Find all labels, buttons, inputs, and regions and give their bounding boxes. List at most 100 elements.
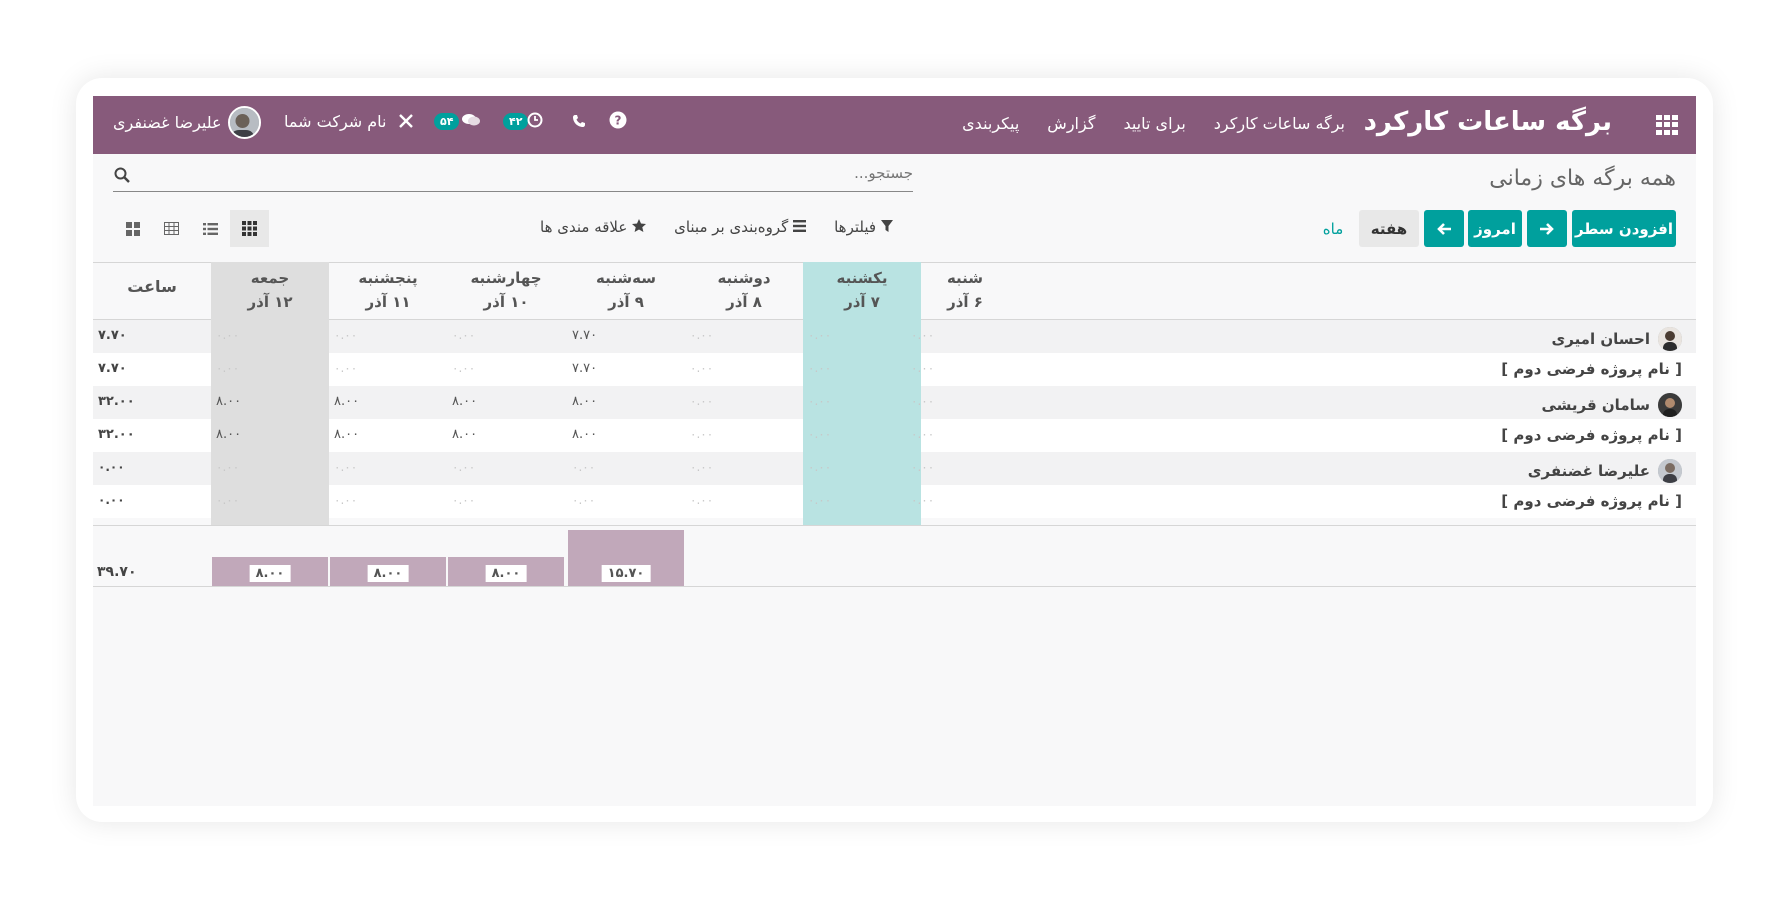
grid-cell-input[interactable]: ۰.۰۰ <box>690 361 713 375</box>
row-label: سامان قریشی <box>1541 393 1682 417</box>
grid-cell-input[interactable]: ۰.۰۰ <box>690 460 713 474</box>
apps-menu-icon[interactable] <box>1656 115 1678 135</box>
clock-icon <box>527 112 543 128</box>
row-total: ۳۲.۰۰ <box>98 427 135 442</box>
week-range-button[interactable]: هفته <box>1359 210 1419 247</box>
user-menu[interactable]: علیرضا غضنفری <box>113 106 261 139</box>
phone-icon[interactable] <box>572 113 586 133</box>
grid-cell-input[interactable]: ۰.۰۰ <box>690 427 713 441</box>
grid-cell-input[interactable]: ۰.۰۰ <box>808 361 831 375</box>
grid-cell-input[interactable]: ۰.۰۰ <box>452 460 475 474</box>
today-button[interactable]: امروز <box>1468 210 1522 247</box>
day-header-saturday: شنبه ۶ آذر <box>946 269 984 311</box>
employee-name[interactable]: سامان قریشی <box>1541 396 1650 414</box>
grid-cell-input[interactable]: ۰.۰۰ <box>808 460 831 474</box>
grid-cell-input[interactable]: ۰.۰۰ <box>690 328 713 342</box>
grid-cell-input[interactable]: ۸.۰۰ <box>334 394 359 409</box>
grid-cell-input[interactable]: ۸.۰۰ <box>572 394 597 409</box>
grid-cell-input[interactable]: ۰.۰۰ <box>911 460 934 474</box>
table-icon <box>164 222 179 235</box>
grid-view-button[interactable] <box>230 210 269 247</box>
favorites-toggle[interactable]: علاقه مندی ها <box>540 218 647 236</box>
employee-avatar <box>1658 459 1682 483</box>
app-title[interactable]: برگه ساعات کارکرد <box>1364 107 1612 137</box>
grid-cell-input[interactable]: ۰.۰۰ <box>334 328 357 342</box>
user-name: علیرضا غضنفری <box>113 113 222 132</box>
list-view-button[interactable] <box>191 210 230 247</box>
grid-cell-input[interactable]: ۰.۰۰ <box>911 328 934 342</box>
hours-column-header: ساعت <box>127 277 177 296</box>
timesheet-grid: احسان امیری [ نام پروژه فرضی دوم ] سامان… <box>93 262 1696 806</box>
next-period-button[interactable] <box>1527 210 1567 247</box>
help-icon[interactable]: ? <box>609 111 627 134</box>
user-avatar <box>227 106 261 139</box>
arrow-right-icon <box>1540 222 1554 235</box>
grid-cell-input[interactable]: ۷.۷۰ <box>572 361 597 376</box>
grid-cell-input[interactable]: ۰.۰۰ <box>334 361 357 375</box>
menu-item-configuration[interactable]: پیکربندی <box>962 114 1019 133</box>
grid-cell-input[interactable]: ۷.۷۰ <box>572 328 597 343</box>
grid-cell-input[interactable]: ۰.۰۰ <box>808 427 831 441</box>
messages-badge: ۵۴ <box>434 113 460 130</box>
month-range-button[interactable]: ماه <box>1311 210 1355 247</box>
grid-cell-input[interactable]: ۰.۰۰ <box>808 328 831 342</box>
grid-cell-input[interactable]: ۰.۰۰ <box>690 394 713 408</box>
add-line-button[interactable]: افزودن سطر <box>1572 210 1676 247</box>
grid-cell-input[interactable]: ۸.۰۰ <box>452 394 477 409</box>
row-total: ۰.۰۰ <box>98 493 125 507</box>
employee-name[interactable]: احسان امیری <box>1551 330 1650 348</box>
previous-period-button[interactable] <box>1424 210 1464 247</box>
bars-icon <box>793 220 807 232</box>
filters-toggle[interactable]: فیلترها <box>834 218 893 236</box>
grid-cell-input[interactable]: ۸.۰۰ <box>572 427 597 442</box>
grid-cell-input[interactable]: ۰.۰۰ <box>808 394 831 408</box>
grid-cell-input[interactable]: ۰.۰۰ <box>690 493 713 507</box>
company-switcher[interactable]: نام شرکت شما <box>284 112 387 131</box>
grid-cell-input[interactable]: ۰.۰۰ <box>452 361 475 375</box>
search-icon[interactable] <box>113 166 131 184</box>
pivot-view-button[interactable] <box>152 210 191 247</box>
menu-item-timesheets[interactable]: برگه ساعات کارکرد <box>1214 114 1345 133</box>
employee-name[interactable]: علیرضا غضنفری <box>1528 462 1650 480</box>
kanban-view-button[interactable] <box>113 210 152 247</box>
debug-tools-icon[interactable] <box>398 113 414 134</box>
grid-cell-input[interactable]: ۰.۰۰ <box>334 460 357 474</box>
menu-item-to-validate[interactable]: برای تایید <box>1123 114 1185 133</box>
grid-cell-input[interactable]: ۰.۰۰ <box>216 361 239 375</box>
filter-icon <box>880 220 893 232</box>
favorites-label: علاقه مندی ها <box>540 218 628 236</box>
grid-cell-input[interactable]: ۸.۰۰ <box>216 394 241 409</box>
daily-total-bar: ۱۵.۷۰ <box>568 530 684 586</box>
grid-cell-input[interactable]: ۸.۰۰ <box>452 427 477 442</box>
grid-cell-input[interactable]: ۰.۰۰ <box>572 493 595 507</box>
daily-total-bar: ۸.۰۰ <box>330 557 446 586</box>
view-switcher <box>113 210 269 247</box>
grid-cell-input[interactable]: ۰.۰۰ <box>911 427 934 441</box>
project-name[interactable]: [ نام پروژه فرضی دوم ] <box>1501 426 1682 444</box>
employee-avatar <box>1658 327 1682 351</box>
project-name[interactable]: [ نام پروژه فرضی دوم ] <box>1501 492 1682 510</box>
day-header-wednesday: چهارشنبه ۱۰ آذر <box>470 269 542 311</box>
menu-item-reporting[interactable]: گزارش <box>1047 114 1095 133</box>
group-by-toggle[interactable]: گروه‌بندی بر مبنای <box>674 218 807 236</box>
grid-cell-input[interactable]: ۸.۰۰ <box>216 427 241 442</box>
grid-cell-input[interactable]: ۰.۰۰ <box>452 328 475 342</box>
activity-menu[interactable]: ۴۲ <box>503 112 543 131</box>
totals-row: ۱۵.۷۰ ۸.۰۰ ۸.۰۰ ۸.۰۰ ۳۹.۷۰ <box>93 525 1696 587</box>
grid-cell-input[interactable]: ۰.۰۰ <box>216 328 239 342</box>
grid-cell-input[interactable]: ۰.۰۰ <box>216 460 239 474</box>
grid-cell-input[interactable]: ۰.۰۰ <box>334 493 357 507</box>
grid-cell-input[interactable]: ۰.۰۰ <box>452 493 475 507</box>
grid-cell-input[interactable]: ۰.۰۰ <box>911 493 934 507</box>
grid-cell-input[interactable]: ۰.۰۰ <box>808 493 831 507</box>
grid-cell-input[interactable]: ۰.۰۰ <box>572 460 595 474</box>
daily-total-label: ۸.۰۰ <box>249 565 291 582</box>
grid-cell-input[interactable]: ۰.۰۰ <box>911 394 934 408</box>
grid-cell-input[interactable]: ۸.۰۰ <box>334 427 359 442</box>
grid-cell-input[interactable]: ۰.۰۰ <box>911 361 934 375</box>
project-name[interactable]: [ نام پروژه فرضی دوم ] <box>1501 360 1682 378</box>
list-icon <box>203 222 218 235</box>
messaging-menu[interactable]: ۵۴ <box>434 112 480 131</box>
grid-cell-input[interactable]: ۰.۰۰ <box>216 493 239 507</box>
search-input[interactable] <box>153 164 913 182</box>
